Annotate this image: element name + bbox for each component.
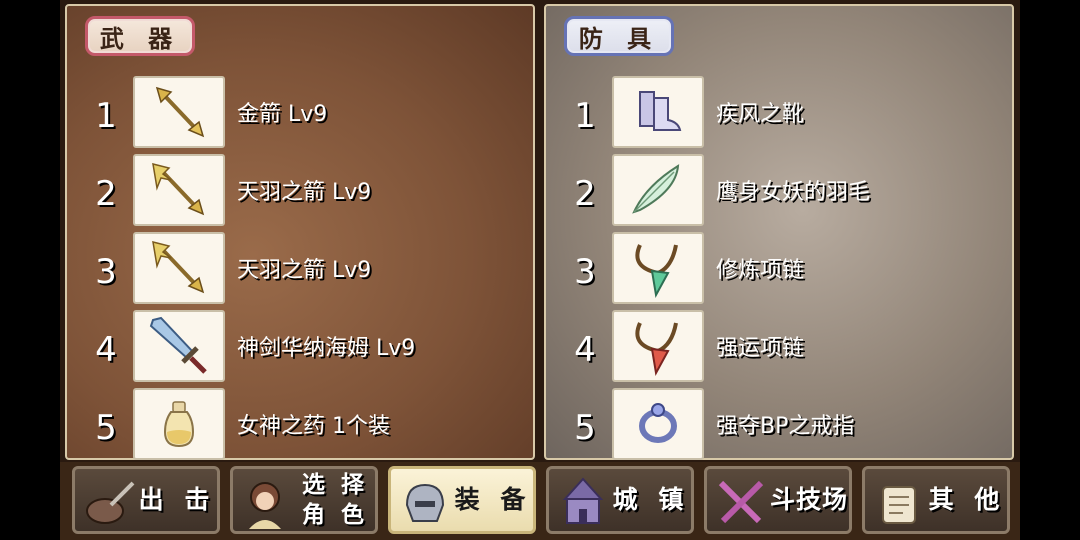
item-name: 强夺BP之戒指 (716, 414, 855, 439)
armor-slot-3[interactable]: 3 修炼项链 (546, 232, 1006, 306)
item-name: 金箭 Lv9 (237, 102, 328, 127)
armor-tab-label: 防 具 (578, 24, 660, 53)
town-button[interactable]: 城 镇 (546, 466, 694, 534)
item-icon-frame (612, 310, 704, 382)
feathered-arrow-icon (152, 162, 205, 216)
slot-number: 3 (574, 252, 596, 292)
item-name: 天羽之箭 Lv9 (237, 258, 372, 283)
bottom-nav: 出 击 选 择 角 色 装 备 城 镇 斗技场 其 他 (60, 462, 1020, 540)
feathered-arrow-icon (152, 240, 205, 294)
red-necklace-icon (635, 322, 678, 377)
sortie-icon (86, 481, 135, 524)
item-icon-frame (612, 388, 704, 460)
other-label: 其 他 (928, 485, 1006, 514)
boots-icon (639, 91, 682, 131)
item-icon-frame (133, 232, 225, 304)
weapon-slot-1[interactable]: 1 金箭 Lv9 (67, 76, 527, 150)
slot-number: 3 (95, 252, 117, 292)
potion-bottle-icon (163, 401, 195, 448)
item-icon-frame (612, 76, 704, 148)
select-character-label: 选 择 角 色 (301, 472, 368, 528)
weapon-slot-5[interactable]: 5 女神之药 1个装 (67, 388, 527, 462)
golden-arrow-icon (155, 86, 205, 138)
slot-number: 2 (574, 174, 596, 214)
sortie-button[interactable]: 出 击 (72, 466, 220, 534)
item-icon-frame (133, 76, 225, 148)
item-icon-frame (133, 310, 225, 382)
slot-number: 2 (95, 174, 117, 214)
equipment-button[interactable]: 装 备 (388, 466, 536, 534)
equipment-label: 装 备 (454, 485, 532, 514)
item-icon-frame (133, 154, 225, 226)
slot-number: 4 (574, 330, 596, 370)
slot-number: 5 (95, 408, 117, 448)
item-name: 神剑华纳海姆 Lv9 (237, 336, 416, 361)
item-name: 疾风之靴 (716, 102, 805, 127)
weapons-tab-label: 武 器 (99, 24, 181, 53)
weapon-slot-4[interactable]: 4 神剑华纳海姆 Lv9 (67, 310, 527, 384)
slot-number: 4 (95, 330, 117, 370)
armor-slot-5[interactable]: 5 强夺BP之戒指 (546, 388, 1006, 462)
weapon-slot-2[interactable]: 2 天羽之箭 Lv9 (67, 154, 527, 228)
weapon-slot-3[interactable]: 3 天羽之箭 Lv9 (67, 232, 527, 306)
character-portrait-icon (249, 482, 281, 529)
armor-panel: 防 具 1 疾风之靴 2 鹰身女妖的羽毛 3 修炼项链 4 强运项链 5 强夺B… (544, 4, 1014, 460)
crossed-swords-icon (718, 480, 764, 524)
scroll-icon (882, 486, 916, 524)
ring-icon (639, 403, 677, 443)
green-necklace-icon (635, 244, 678, 299)
item-name: 鹰身女妖的羽毛 (716, 180, 871, 205)
weapons-tab[interactable]: 武 器 (85, 16, 195, 56)
item-name: 女神之药 1个装 (237, 414, 390, 439)
sword-icon (149, 316, 207, 374)
slot-number: 1 (574, 96, 596, 136)
select-character-button[interactable]: 选 择 角 色 (230, 466, 378, 534)
castle-icon (562, 477, 604, 524)
item-icon-frame (612, 232, 704, 304)
other-button[interactable]: 其 他 (862, 466, 1010, 534)
armor-slot-2[interactable]: 2 鹰身女妖的羽毛 (546, 154, 1006, 228)
armor-tab[interactable]: 防 具 (564, 16, 674, 56)
slot-number: 1 (95, 96, 117, 136)
item-name: 天羽之箭 Lv9 (237, 180, 372, 205)
arena-label: 斗技场 (769, 485, 848, 514)
item-icon-frame (612, 154, 704, 226)
slot-number: 5 (574, 408, 596, 448)
game-screen: 武 器 1 金箭 Lv9 2 天羽之箭 Lv9 3 天羽之箭 Lv9 4 神剑华… (60, 0, 1020, 540)
town-label: 城 镇 (612, 485, 690, 514)
armor-slot-4[interactable]: 4 强运项链 (546, 310, 1006, 384)
armor-slot-1[interactable]: 1 疾风之靴 (546, 76, 1006, 150)
weapons-panel: 武 器 1 金箭 Lv9 2 天羽之箭 Lv9 3 天羽之箭 Lv9 4 神剑华… (65, 4, 535, 460)
item-name: 修炼项链 (716, 258, 805, 283)
armor-helmet-icon (405, 483, 445, 522)
feather-icon (632, 164, 680, 214)
sortie-label: 出 击 (138, 485, 216, 514)
item-icon-frame (133, 388, 225, 460)
arena-button[interactable]: 斗技场 (704, 466, 852, 534)
item-name: 强运项链 (716, 336, 805, 361)
